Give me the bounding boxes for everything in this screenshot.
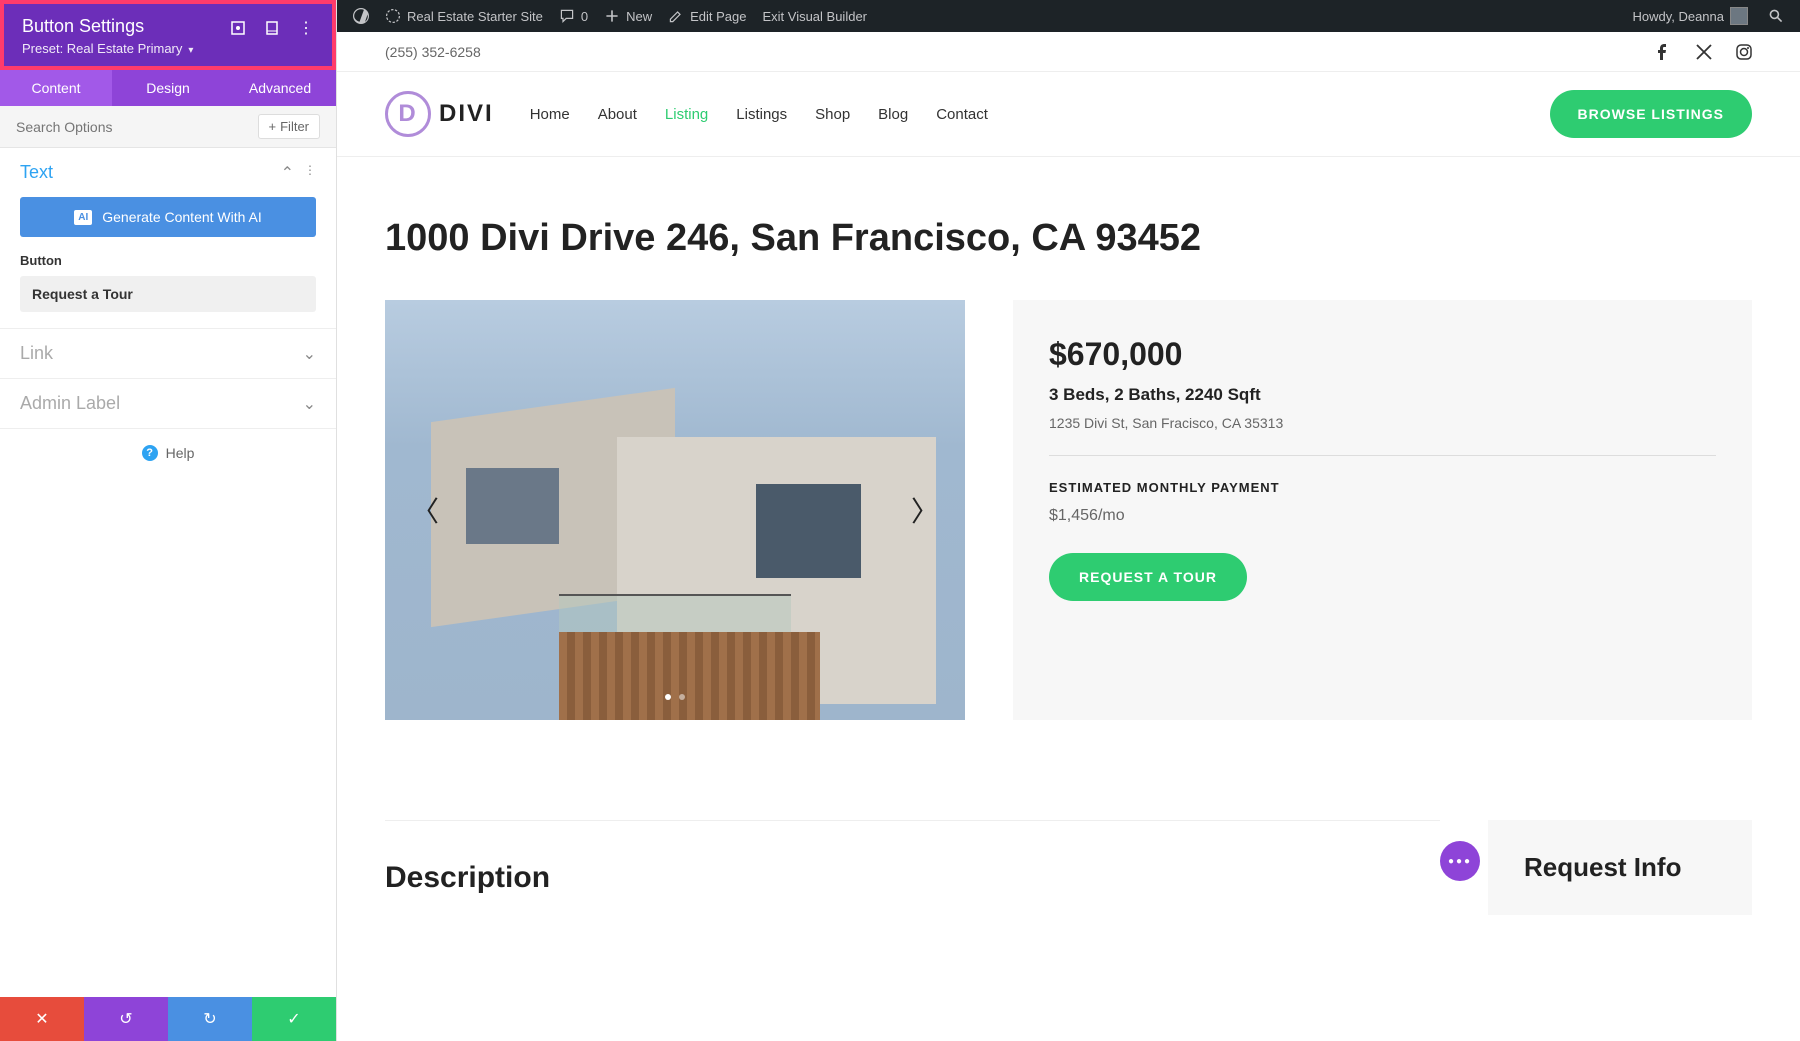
phone-number: (255) 352-6258 xyxy=(385,44,481,60)
settings-tabs: Content Design Advanced xyxy=(0,70,336,106)
nav-contact[interactable]: Contact xyxy=(936,106,988,123)
settings-panel: Button Settings Preset: Real Estate Prim… xyxy=(0,0,337,1041)
page-title: 1000 Divi Drive 246, San Francisco, CA 9… xyxy=(385,217,1752,260)
page-preview: (255) 352-6258 D DIVI Home About Listing… xyxy=(337,32,1800,1041)
gallery-dot[interactable] xyxy=(665,694,671,700)
section-admin-label: Admin Label xyxy=(0,379,336,429)
listing-specs: 3 Beds, 2 Baths, 2240 Sqft xyxy=(1049,385,1716,405)
nav-home[interactable]: Home xyxy=(530,106,570,123)
tab-design[interactable]: Design xyxy=(112,70,224,106)
nav-links: Home About Listing Listings Shop Blog Co… xyxy=(530,106,988,123)
description-title: Description●●● xyxy=(385,861,1440,895)
listing-sidebar: $670,000 3 Beds, 2 Baths, 2240 Sqft 1235… xyxy=(1013,300,1752,720)
preview-nav: D DIVI Home About Listing Listings Shop … xyxy=(337,72,1800,157)
button-text-input[interactable] xyxy=(20,276,316,312)
howdy-user[interactable]: Howdy, Deanna xyxy=(1624,0,1756,32)
filter-button[interactable]: + Filter xyxy=(258,114,320,139)
facebook-icon[interactable] xyxy=(1656,44,1672,60)
wp-admin-bar: Real Estate Starter Site 0 New Edit Page… xyxy=(337,0,1800,32)
device-icon[interactable] xyxy=(264,20,280,36)
section-text-header[interactable]: Text xyxy=(0,148,336,197)
gallery-dot[interactable] xyxy=(679,694,685,700)
request-info-box: Request Info xyxy=(1488,820,1752,915)
request-info-title: Request Info xyxy=(1524,852,1716,883)
help-icon: ? xyxy=(142,445,158,461)
save-button[interactable]: ✓ xyxy=(252,997,336,1041)
search-row: + Filter xyxy=(0,106,336,148)
section-more-icon[interactable] xyxy=(304,163,316,183)
chevron-down-icon xyxy=(303,344,316,364)
panel-footer: ✕ ↺ ↻ ✓ xyxy=(0,997,336,1041)
gallery-next-arrow[interactable]: 〉 xyxy=(901,480,949,540)
cancel-button[interactable]: ✕ xyxy=(0,997,84,1041)
redo-button[interactable]: ↻ xyxy=(168,997,252,1041)
search-input[interactable] xyxy=(16,119,258,135)
listing-address: 1235 Divi St, San Fracisco, CA 35313 xyxy=(1049,415,1716,456)
tab-advanced[interactable]: Advanced xyxy=(224,70,336,106)
edit-page[interactable]: Edit Page xyxy=(660,0,754,32)
nav-listings[interactable]: Listings xyxy=(736,106,787,123)
chevron-down-icon xyxy=(303,394,316,414)
ai-generate-button[interactable]: AIGenerate Content With AI xyxy=(20,197,316,237)
nav-blog[interactable]: Blog xyxy=(878,106,908,123)
wp-logo[interactable] xyxy=(345,0,377,32)
x-icon[interactable] xyxy=(1696,44,1712,60)
undo-button[interactable]: ↺ xyxy=(84,997,168,1041)
help-link[interactable]: ? Help xyxy=(0,429,336,477)
nav-about[interactable]: About xyxy=(598,106,637,123)
fab-more-icon[interactable]: ●●● xyxy=(1440,841,1480,881)
responsive-icon[interactable] xyxy=(230,20,246,36)
section-admin-header[interactable]: Admin Label xyxy=(0,379,336,428)
estimated-value: $1,456/mo xyxy=(1049,507,1716,525)
settings-header: Button Settings Preset: Real Estate Prim… xyxy=(0,0,336,70)
button-field-label: Button xyxy=(20,253,316,268)
request-tour-button[interactable]: REQUEST A TOUR xyxy=(1049,553,1247,601)
more-icon[interactable] xyxy=(298,20,314,36)
estimated-label: ESTIMATED MONTHLY PAYMENT xyxy=(1049,480,1716,495)
preview-topbar: (255) 352-6258 xyxy=(337,32,1800,72)
section-link-header[interactable]: Link xyxy=(0,329,336,378)
avatar xyxy=(1730,7,1748,25)
tab-content[interactable]: Content xyxy=(0,70,112,106)
logo[interactable]: D DIVI xyxy=(385,91,494,137)
nav-listing[interactable]: Listing xyxy=(665,106,708,123)
site-name[interactable]: Real Estate Starter Site xyxy=(377,0,551,32)
listing-price: $670,000 xyxy=(1049,336,1716,373)
instagram-icon[interactable] xyxy=(1736,44,1752,60)
nav-shop[interactable]: Shop xyxy=(815,106,850,123)
exit-visual-builder[interactable]: Exit Visual Builder xyxy=(754,0,875,32)
search-icon[interactable] xyxy=(1760,0,1792,32)
preset-dropdown[interactable]: Preset: Real Estate Primary xyxy=(22,41,314,56)
chevron-up-icon xyxy=(281,163,294,183)
gallery-prev-arrow[interactable]: 〈 xyxy=(401,480,449,540)
logo-icon: D xyxy=(385,91,431,137)
image-gallery: 〈 〉 xyxy=(385,300,965,720)
browse-listings-button[interactable]: BROWSE LISTINGS xyxy=(1550,90,1752,138)
section-link: Link xyxy=(0,329,336,379)
comments[interactable]: 0 xyxy=(551,0,596,32)
gallery-dots xyxy=(665,694,685,700)
new-content[interactable]: New xyxy=(596,0,660,32)
section-text: Text AIGenerate Content With AI Button xyxy=(0,148,336,329)
